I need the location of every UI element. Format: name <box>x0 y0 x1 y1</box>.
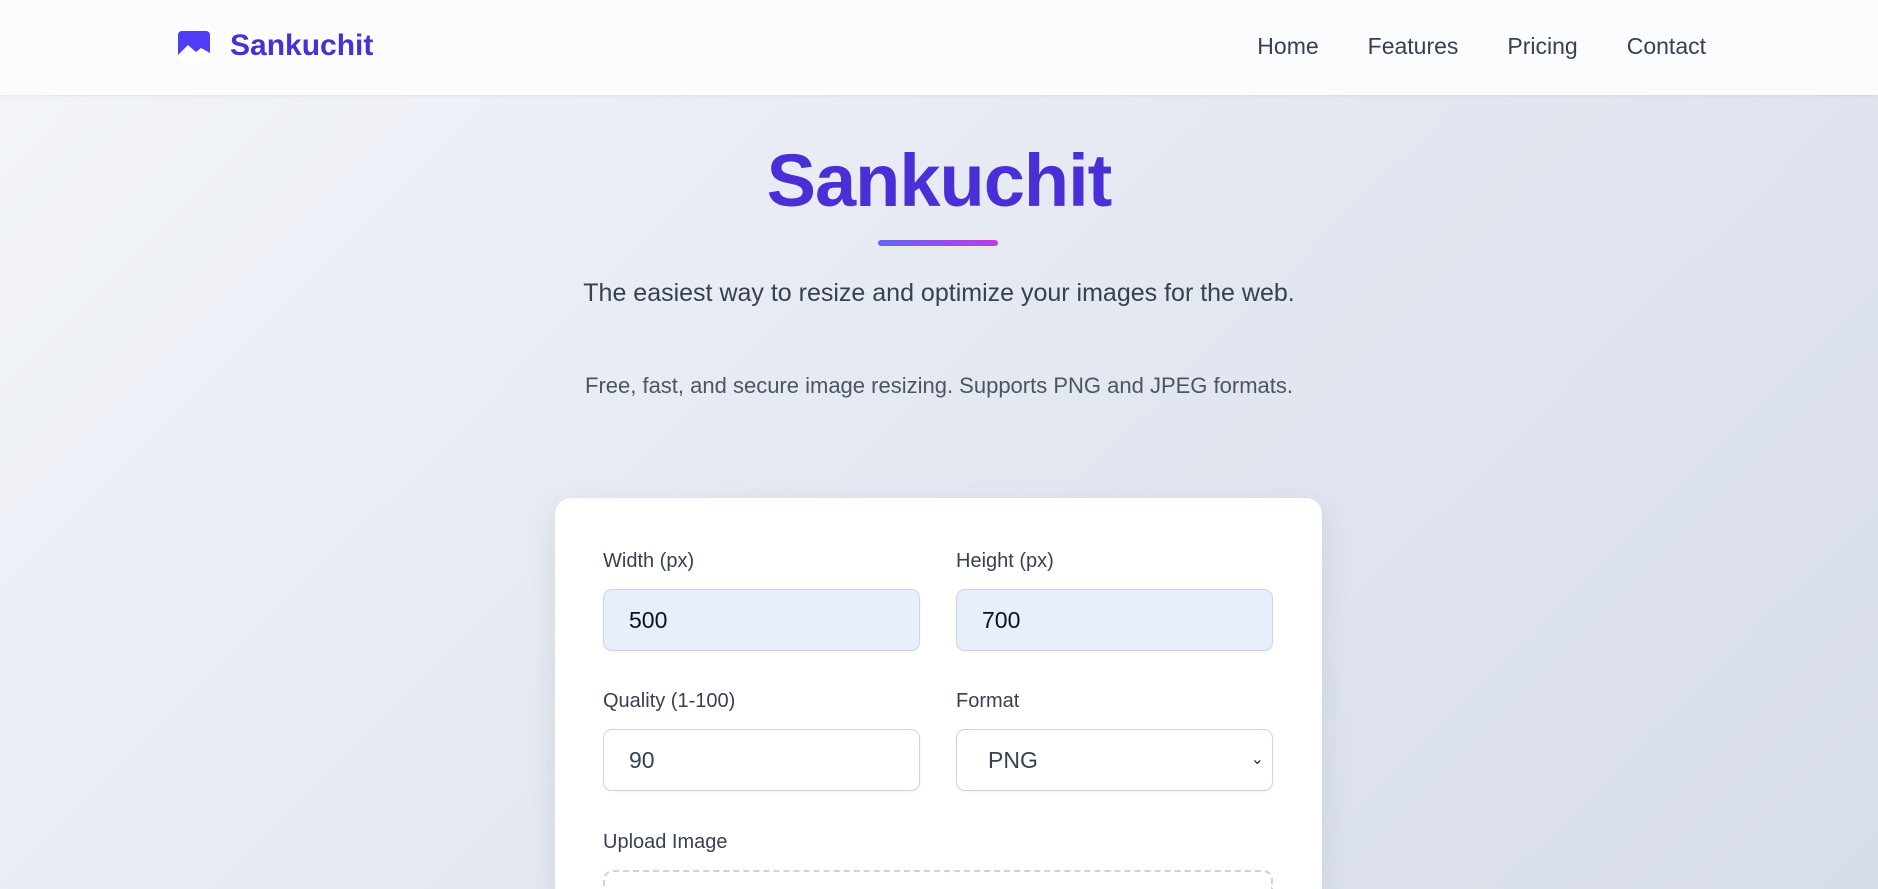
nav-features[interactable]: Features <box>1368 33 1459 60</box>
navbar: Sankuchit Home Features Pricing Contact <box>0 0 1878 95</box>
image-icon <box>178 31 210 63</box>
chevron-down-icon: ⌄ <box>1250 751 1264 768</box>
format-label: Format <box>956 690 1020 712</box>
upload-dropzone[interactable] <box>603 870 1273 889</box>
nav-links: Home Features Pricing Contact <box>1257 33 1706 60</box>
quality-label: Quality (1-100) <box>603 690 736 712</box>
height-label: Height (px) <box>956 550 1054 572</box>
upload-label: Upload Image <box>603 831 728 853</box>
width-input[interactable]: 500 <box>603 589 920 651</box>
format-select[interactable]: PNG ⌄ <box>956 729 1273 791</box>
nav-pricing[interactable]: Pricing <box>1507 33 1577 60</box>
tagline: The easiest way to resize and optimize y… <box>583 279 1295 307</box>
brand-name[interactable]: Sankuchit <box>230 29 373 63</box>
format-value: PNG <box>988 747 1038 773</box>
resize-form-card: Width (px) 500 Height (px) 700 Quality (… <box>555 498 1322 889</box>
title-underline <box>878 240 998 246</box>
description: Free, fast, and secure image resizing. S… <box>585 373 1293 398</box>
nav-contact[interactable]: Contact <box>1627 33 1706 60</box>
height-input[interactable]: 700 <box>956 589 1273 651</box>
quality-input[interactable]: 90 <box>603 729 920 791</box>
page-title: Sankuchit <box>766 139 1113 222</box>
width-label: Width (px) <box>603 550 695 572</box>
nav-home[interactable]: Home <box>1257 33 1318 60</box>
